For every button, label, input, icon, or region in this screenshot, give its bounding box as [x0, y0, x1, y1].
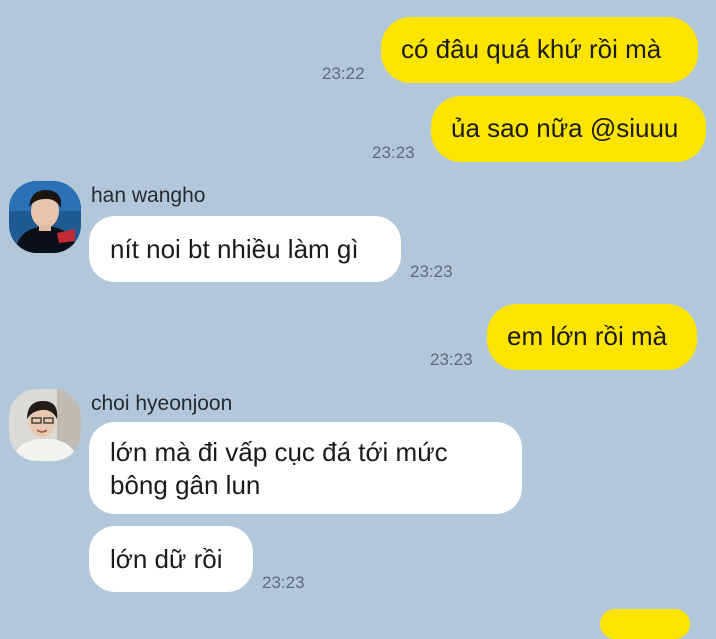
- message-text-line: bông gân lun: [110, 470, 261, 500]
- message-timestamp: 23:23: [372, 143, 415, 162]
- message-text: lớn dữ rồi: [110, 544, 223, 574]
- incoming-message-bubble[interactable]: lớn mà đi vấp cục đá tới mức bông gân lu…: [89, 422, 522, 514]
- message-timestamp: 23:22: [322, 64, 365, 83]
- message-timestamp: 23:23: [430, 350, 473, 369]
- outgoing-message-bubble[interactable]: ủa sao nữa @siuuu: [431, 96, 706, 162]
- han-wangho-avatar[interactable]: [9, 181, 81, 253]
- outgoing-message-bubble[interactable]: em lớn rồi mà: [487, 304, 697, 370]
- outgoing-message-bubble[interactable]: có đâu quá khứ rồi mà: [381, 17, 698, 83]
- incoming-message-bubble[interactable]: lớn dữ rồi: [89, 526, 253, 592]
- message-timestamp: 23:23: [410, 262, 453, 281]
- han-wangho-avatar-image: [9, 181, 81, 253]
- message-timestamp: 23:23: [262, 573, 305, 592]
- sender-name: han wangho: [91, 184, 206, 207]
- incoming-message-bubble[interactable]: nít noi bt nhiều làm gì: [89, 216, 401, 282]
- outgoing-message-bubble[interactable]: [600, 609, 690, 639]
- choi-hyeonjoon-avatar-image: [9, 389, 81, 461]
- sender-name: choi hyeonjoon: [91, 392, 233, 415]
- message-text: em lớn rồi mà: [507, 321, 668, 351]
- message-text-line: lớn mà đi vấp cục đá tới mức: [110, 437, 448, 467]
- message-text: ủa sao nữa @siuuu: [451, 113, 679, 143]
- choi-hyeonjoon-avatar[interactable]: [9, 389, 81, 461]
- message-text: nít noi bt nhiều làm gì: [110, 234, 359, 264]
- message-text: có đâu quá khứ rồi mà: [401, 34, 662, 64]
